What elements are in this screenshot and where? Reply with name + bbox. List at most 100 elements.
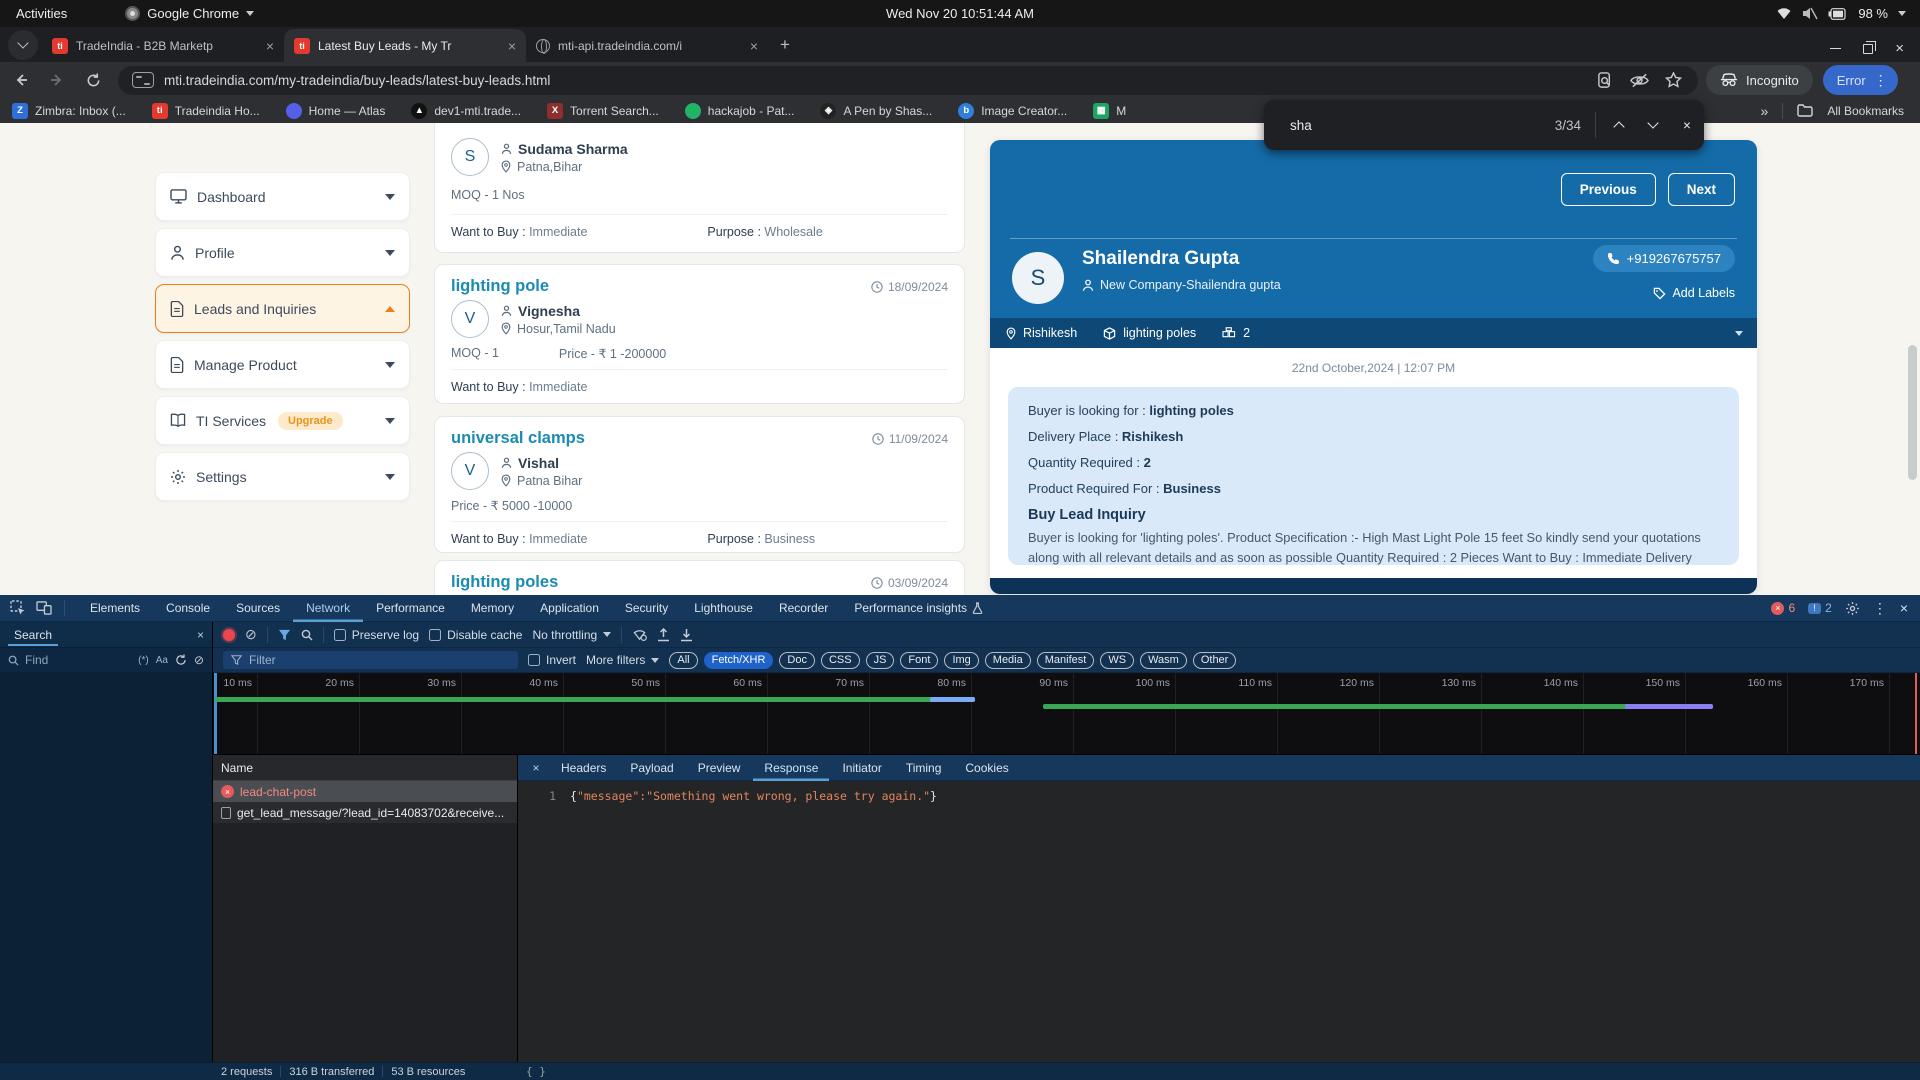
next-button[interactable]: Next — [1668, 173, 1735, 206]
devtools-tab-elements[interactable]: Elements — [77, 595, 153, 622]
invert-checkbox[interactable]: Invert — [528, 653, 576, 667]
match-case-toggle[interactable]: Aa — [156, 655, 168, 666]
eye-blocked-icon[interactable] — [1630, 73, 1649, 88]
clear-icon[interactable]: ⊘ — [194, 653, 204, 667]
search-drawer-tab[interactable]: Search — [8, 624, 58, 646]
activities-button[interactable]: Activities — [0, 6, 83, 21]
network-overview-timeline[interactable]: 10 ms 20 ms 30 ms 40 ms 50 ms 60 ms 70 m… — [213, 673, 1920, 755]
refresh-icon[interactable] — [175, 654, 187, 666]
close-window-button[interactable]: × — [1895, 41, 1904, 56]
tab-close-icon[interactable]: × — [508, 38, 516, 54]
tab-close-icon[interactable]: × — [750, 38, 758, 54]
minimize-button[interactable] — [1830, 48, 1841, 50]
response-viewer[interactable]: 1 {"message":"Something went wrong, plea… — [518, 781, 1920, 1062]
console-error-badge[interactable]: ×6 — [1771, 601, 1795, 615]
bookmark-tradeindia[interactable]: tiTradeindia Ho... — [152, 103, 260, 119]
lead-title[interactable]: lighting pole — [451, 277, 549, 296]
site-info-icon[interactable] — [132, 72, 154, 88]
lead-card-universal-clamps[interactable]: universal clamps 11/09/2024 V Vishal Pat… — [434, 416, 965, 553]
filter-pill-wasm[interactable]: Wasm — [1140, 652, 1187, 669]
bookmark-zimbra[interactable]: ZZimbra: Inbox (... — [12, 103, 126, 119]
search-close-icon[interactable]: × — [197, 628, 204, 642]
import-har-icon[interactable] — [657, 628, 670, 642]
tab-tradeindia[interactable]: ti TradeIndia - B2B Marketp × — [42, 29, 284, 62]
record-button[interactable] — [223, 629, 235, 641]
lead-card-sudama[interactable]: S Sudama Sharma Patna,Bihar MOQ - 1 Nos … — [434, 123, 965, 253]
system-menu-caret-icon[interactable] — [1898, 11, 1906, 16]
detail-tab-initiator[interactable]: Initiator — [831, 755, 892, 781]
filter-pill-manifest[interactable]: Manifest — [1037, 652, 1095, 669]
reload-button[interactable] — [78, 65, 108, 95]
find-next-button[interactable] — [1636, 108, 1670, 142]
bookmark-hackajob[interactable]: hhackajob - Pat... — [685, 103, 795, 119]
previous-button[interactable]: Previous — [1561, 173, 1656, 206]
devtools-close-button[interactable]: × — [1900, 600, 1908, 616]
bookmark-atlas[interactable]: Home — Atlas — [286, 103, 386, 119]
back-button[interactable] — [6, 65, 36, 95]
devtools-tab-lighthouse[interactable]: Lighthouse — [681, 595, 766, 622]
detail-tab-timing[interactable]: Timing — [895, 755, 953, 781]
forward-button[interactable] — [42, 65, 72, 95]
filter-pill-all[interactable]: All — [669, 652, 697, 669]
kebab-menu-icon[interactable]: ⋮ — [1873, 600, 1887, 617]
export-har-icon[interactable] — [680, 628, 693, 642]
search-icon[interactable] — [301, 629, 313, 641]
find-input[interactable]: sha — [1264, 118, 1555, 133]
system-clock[interactable]: Wed Nov 20 10:51:44 AM — [886, 6, 1034, 21]
lead-title[interactable]: lighting poles — [451, 573, 558, 592]
preserve-log-checkbox[interactable]: Preserve log — [334, 628, 419, 642]
bookmark-dev1[interactable]: ▲dev1-mti.trade... — [411, 103, 521, 119]
filter-pill-fetch-xhr[interactable]: Fetch/XHR — [704, 652, 774, 669]
devtools-tab-performance[interactable]: Performance — [363, 595, 458, 622]
close-detail-icon[interactable]: × — [524, 761, 548, 775]
detail-tab-response[interactable]: Response — [753, 755, 829, 781]
phone-button[interactable]: +919267675757 — [1593, 245, 1735, 272]
sidebar-item-manage-product[interactable]: Manage Product — [155, 340, 410, 389]
app-menu[interactable]: Google Chrome — [125, 6, 254, 21]
wifi-icon[interactable] — [1776, 7, 1792, 20]
filter-pill-ws[interactable]: WS — [1100, 652, 1134, 669]
name-column-header[interactable]: Name — [213, 755, 517, 781]
filter-pill-doc[interactable]: Doc — [779, 652, 815, 669]
disable-cache-checkbox[interactable]: Disable cache — [429, 628, 522, 642]
tab-close-icon[interactable]: × — [266, 38, 274, 54]
throttling-select[interactable]: No throttling — [532, 628, 611, 642]
more-filters-select[interactable]: More filters — [586, 653, 659, 667]
filter-pill-js[interactable]: JS — [866, 652, 895, 669]
devtools-tab-memory[interactable]: Memory — [458, 595, 527, 622]
network-conditions-icon[interactable] — [632, 628, 647, 641]
lead-card-lighting-pole[interactable]: lighting pole 18/09/2024 V Vignesha Hosu… — [434, 264, 965, 404]
format-button[interactable]: { } — [518, 1065, 546, 1078]
inspect-element-icon[interactable] — [10, 600, 26, 616]
bookmark-msheet[interactable]: ▦M — [1093, 103, 1126, 119]
find-close-button[interactable]: × — [1670, 108, 1704, 142]
sidebar-item-profile[interactable]: Profile — [155, 228, 410, 277]
page-scrollbar[interactable] — [1908, 345, 1917, 480]
device-toolbar-icon[interactable] — [36, 601, 52, 615]
devtools-tab-recorder[interactable]: Recorder — [766, 595, 841, 622]
filter-pill-font[interactable]: Font — [900, 652, 938, 669]
detail-tab-preview[interactable]: Preview — [687, 755, 752, 781]
filter-pill-img[interactable]: Img — [944, 652, 978, 669]
tab-latest-buy-leads[interactable]: ti Latest Buy Leads - My Tr × — [284, 29, 526, 62]
kebab-menu-icon[interactable]: ⋮ — [1874, 72, 1888, 89]
bookmark-torrent[interactable]: XTorrent Search... — [547, 103, 659, 119]
detail-meta-bar[interactable]: Rishikesh lighting poles 2 — [990, 318, 1757, 348]
lens-search-icon[interactable] — [1597, 72, 1614, 89]
bookmark-codepen[interactable]: ◈A Pen by Shas... — [820, 103, 932, 119]
all-bookmarks-button[interactable]: All Bookmarks — [1827, 104, 1904, 118]
gear-icon[interactable] — [1845, 601, 1860, 616]
filter-pill-media[interactable]: Media — [985, 652, 1031, 669]
sidebar-item-leads-and-inquiries[interactable]: Leads and Inquiries — [155, 284, 410, 333]
devtools-tab-performance-insights[interactable]: Performance insights — [841, 595, 996, 622]
devtools-tab-security[interactable]: Security — [612, 595, 681, 622]
profile-error-button[interactable]: Error ⋮ — [1823, 65, 1898, 95]
devtools-tab-network[interactable]: Network — [293, 595, 363, 622]
devtools-tab-console[interactable]: Console — [153, 595, 223, 622]
filter-pill-css[interactable]: CSS — [821, 652, 860, 669]
detail-tab-headers[interactable]: Headers — [550, 755, 617, 781]
sidebar-item-dashboard[interactable]: Dashboard — [155, 172, 410, 221]
bookmark-star-icon[interactable] — [1665, 72, 1682, 88]
tab-mti-api[interactable]: mti-api.tradeindia.com/i × — [526, 29, 768, 62]
restore-button[interactable] — [1863, 44, 1873, 54]
